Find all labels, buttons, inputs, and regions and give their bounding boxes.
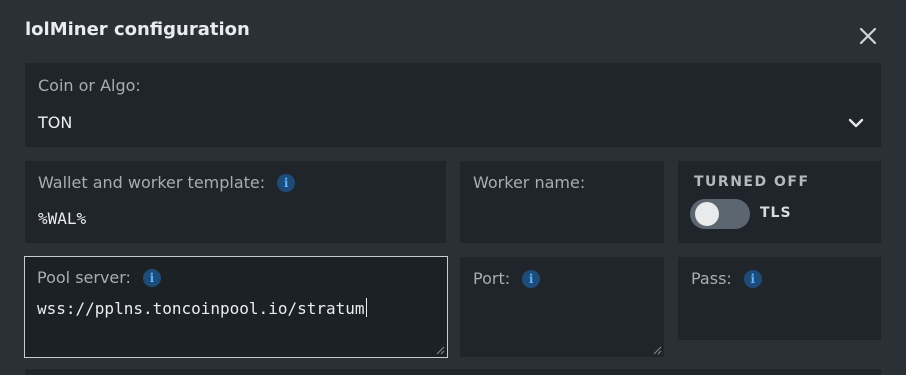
dialog-header: lolMiner configuration xyxy=(0,0,906,62)
resize-grip-icon[interactable] xyxy=(435,345,445,355)
wallet-template-value: %WAL% xyxy=(38,209,87,228)
text-cursor xyxy=(365,298,367,317)
worker-name-label: Worker name: xyxy=(473,173,586,192)
coin-algo-select[interactable]: Coin or Algo: TON xyxy=(25,63,881,147)
pool-server-value: wss://pplns.toncoinpool.io/stratum xyxy=(37,298,367,318)
wallet-template-label: Wallet and worker template: i xyxy=(38,173,296,192)
tls-toggle-label: TLS xyxy=(760,205,792,221)
info-icon[interactable]: i xyxy=(142,268,161,287)
pass-label-text: Pass: xyxy=(691,269,732,288)
coin-algo-label: Coin or Algo: xyxy=(38,76,141,95)
close-icon xyxy=(859,27,877,45)
resize-grip-icon[interactable] xyxy=(652,345,662,355)
pool-server-label: Pool server: i xyxy=(37,268,161,287)
port-field[interactable]: Port: i xyxy=(460,257,664,357)
close-button[interactable] xyxy=(857,25,879,47)
info-icon[interactable]: i xyxy=(277,173,296,192)
lolminer-config-dialog: lolMiner configuration Coin or Algo: TON… xyxy=(0,0,906,375)
pass-field[interactable]: Pass: i xyxy=(678,257,881,340)
coin-algo-value: TON xyxy=(38,113,73,132)
dialog-title: lolMiner configuration xyxy=(25,19,250,40)
pool-server-text: wss://pplns.toncoinpool.io/stratum xyxy=(37,299,365,318)
tls-toggle-panel: TURNED OFF TLS xyxy=(678,161,881,243)
tls-state-label: TURNED OFF xyxy=(694,174,810,190)
port-label-text: Port: xyxy=(473,269,511,288)
worker-name-field[interactable]: Worker name: xyxy=(460,161,664,243)
pool-server-field[interactable]: Pool server: i wss://pplns.toncoinpool.i… xyxy=(24,256,448,358)
next-field-edge xyxy=(25,369,881,375)
pass-label: Pass: i xyxy=(691,269,762,288)
wallet-template-label-text: Wallet and worker template: xyxy=(38,173,266,192)
info-icon[interactable]: i xyxy=(743,269,762,288)
info-icon[interactable]: i xyxy=(522,269,541,288)
pool-server-label-text: Pool server: xyxy=(37,268,131,287)
wallet-template-field[interactable]: Wallet and worker template: i %WAL% xyxy=(25,161,446,243)
port-label: Port: i xyxy=(473,269,541,288)
chevron-down-icon[interactable] xyxy=(846,115,866,131)
toggle-knob xyxy=(695,202,719,226)
tls-toggle-switch[interactable] xyxy=(690,199,750,229)
